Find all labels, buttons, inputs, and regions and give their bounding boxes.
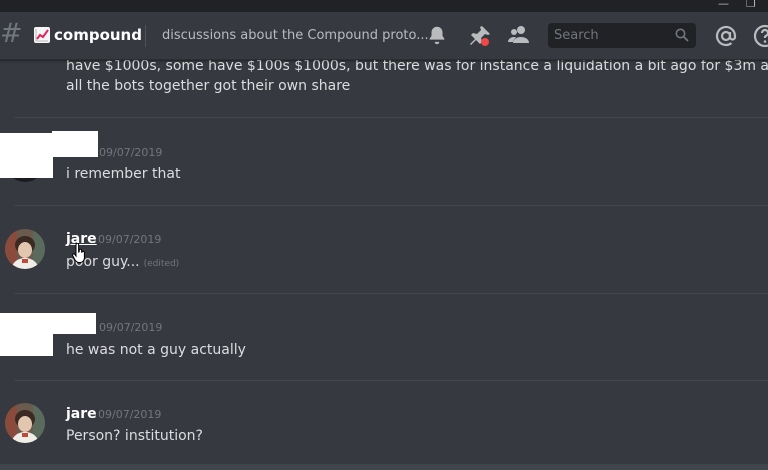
redacted-username <box>52 313 96 334</box>
message-text: Person? institution? <box>66 428 203 444</box>
at-icon[interactable] <box>714 24 738 48</box>
message-text: all the bots together got their own shar… <box>66 78 351 94</box>
message-timestamp: 09/07/2019 <box>98 408 162 421</box>
message-timestamp: 09/07/2019 <box>99 321 163 334</box>
channel-topic[interactable]: discussions about the Compound proto... <box>162 26 429 46</box>
redacted-username <box>52 131 98 157</box>
search-icon <box>675 28 689 42</box>
avatar[interactable] <box>5 403 45 443</box>
minimize-button[interactable]: — <box>718 0 729 10</box>
redacted-block <box>0 133 53 178</box>
message-timestamp: 09/07/2019 <box>98 233 162 246</box>
message-timestamp: 09/07/2019 <box>99 146 163 159</box>
pin-icon[interactable] <box>468 24 492 48</box>
window-titlebar: — ❐ <box>0 0 768 12</box>
members-icon[interactable] <box>507 24 531 46</box>
message-divider <box>14 380 768 381</box>
message-divider <box>14 117 768 118</box>
edited-marker: (edited) <box>143 259 180 269</box>
help-icon[interactable] <box>753 24 768 48</box>
bell-icon[interactable] <box>426 24 448 46</box>
channel-header: # compound discussions about the Compoun… <box>0 12 768 60</box>
redacted-block <box>0 313 53 356</box>
header-divider <box>145 25 146 47</box>
message-input-edge[interactable] <box>0 464 768 470</box>
channel-name: compound <box>54 26 142 44</box>
message-divider <box>14 205 768 206</box>
restore-button[interactable]: ❐ <box>746 0 756 10</box>
hand-cursor-icon <box>72 243 85 263</box>
avatar[interactable] <box>5 229 45 269</box>
message-divider <box>14 293 768 294</box>
message-list: have $1000s, some have $100s $1000s, but… <box>0 58 768 464</box>
hash-icon: # <box>0 18 23 49</box>
message-text: he was not a guy actually <box>66 342 246 358</box>
message-text: i remember that <box>66 166 181 182</box>
chart-increasing-icon <box>34 27 50 43</box>
username[interactable]: jare <box>66 405 97 423</box>
search-input[interactable] <box>548 23 696 48</box>
